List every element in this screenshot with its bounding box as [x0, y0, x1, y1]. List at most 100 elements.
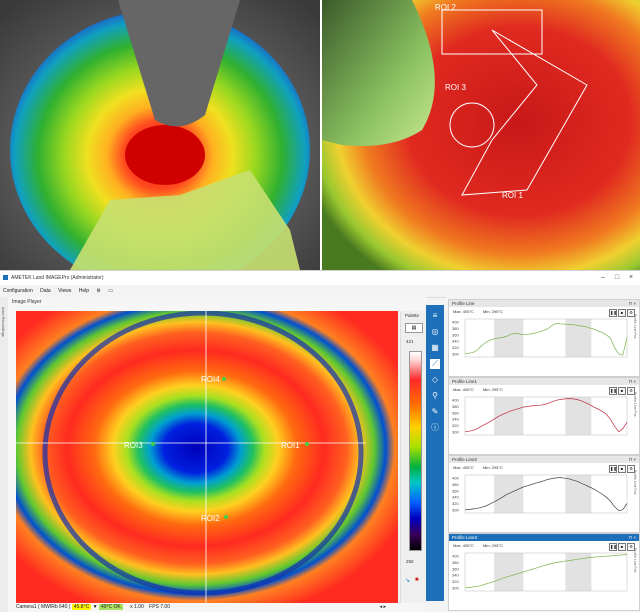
palette-max-value[interactable]: 421: [406, 339, 414, 344]
palette-color-bar: [409, 351, 422, 551]
y-tick-label: 400: [452, 398, 459, 403]
chart-shaded-band: [565, 553, 592, 591]
profile-panels: Profile Line ⊓ × Max: 405°C Min: 295°C ❚❚ ■ ⚙ P…: [446, 297, 640, 612]
target-icon[interactable]: ◎: [430, 327, 440, 337]
stop-button[interactable]: ■: [618, 543, 626, 551]
maximize-button[interactable]: □: [610, 271, 624, 285]
profile-side-label: Profile Line Pos: [633, 392, 637, 417]
palette-color-icon[interactable]: ■: [415, 577, 423, 585]
zoom-readout: x 1.00: [130, 604, 144, 610]
profile-panel: Profile Line2 ⊓ × Max: 405°C Min: 295°C ❚❚ ■ ⚙…: [448, 455, 640, 533]
profile-side-label: Profile Line Pos: [633, 314, 637, 339]
y-tick-label: 360: [452, 332, 459, 337]
temperature-reading: 45.8°C: [71, 604, 92, 610]
profile-max-readout: Max: 405°C: [453, 309, 474, 314]
info-icon[interactable]: ⓘ: [430, 423, 440, 433]
chart-shaded-band: [494, 475, 524, 513]
layers-icon[interactable]: ≡: [430, 311, 440, 321]
profile-panel-header[interactable]: Profile Line ⊓ ×: [449, 300, 639, 307]
y-tick-label: 400: [452, 476, 459, 481]
profile-panel: Profile Line ⊓ × Max: 405°C Min: 295°C ❚❚ ■ ⚙ P…: [448, 299, 640, 377]
roi4-label[interactable]: ROI4: [201, 375, 220, 384]
profile-panel-header[interactable]: Profile Line1 ⊓ ×: [449, 378, 639, 385]
chart-frame: [464, 318, 628, 358]
menu-views[interactable]: Views: [55, 285, 74, 297]
stop-button[interactable]: ■: [618, 387, 626, 395]
roi3-label-photo: ROI 3: [445, 83, 466, 92]
profile-chart[interactable]: 400380360 340320300: [451, 551, 629, 595]
profile-panel-header[interactable]: Profile Line3 ⊓ ×: [449, 534, 639, 541]
pause-button[interactable]: ❚❚: [609, 543, 617, 551]
palette-tool-icon[interactable]: ↘: [405, 577, 413, 585]
panel-pin-close-icon[interactable]: ⊓ ×: [629, 378, 636, 385]
panel-pin-close-icon[interactable]: ⊓ ×: [629, 534, 636, 541]
chart-frame: [464, 474, 628, 514]
chart-shaded-band: [494, 397, 524, 435]
y-tick-label: 340: [452, 495, 459, 500]
chart-frame: [464, 552, 628, 592]
chart-shaded-band: [565, 475, 592, 513]
y-tick-label: 380: [452, 326, 459, 331]
palette-min-value[interactable]: 250: [406, 559, 414, 564]
minimize-button[interactable]: –: [596, 271, 610, 285]
profile-panel-header[interactable]: Profile Line2 ⊓ ×: [449, 456, 639, 463]
pencil-icon[interactable]: ✎: [430, 407, 440, 417]
roi2-label[interactable]: ROI2: [201, 514, 220, 523]
y-tick-label: 320: [452, 501, 459, 506]
palette-settings-icon[interactable]: ▤: [405, 323, 423, 333]
profile-max-readout: Max: 405°C: [453, 465, 474, 470]
close-button[interactable]: ×: [624, 271, 638, 285]
image-player-panel: Image Player ROI4 ROI3 ROI1 ROI2 Palette…: [8, 297, 427, 612]
monitor-icon[interactable]: ▭: [105, 285, 116, 297]
ok-reading: 49°C OK: [98, 604, 123, 610]
roi-tool-icon[interactable]: ◇: [430, 375, 440, 385]
y-tick-label: 340: [452, 339, 459, 344]
profile-panel-title: Profile Line2: [452, 457, 478, 462]
menu-data[interactable]: Data: [37, 285, 54, 297]
pause-button[interactable]: ❚❚: [609, 387, 617, 395]
panel-pin-close-icon[interactable]: ⊓ ×: [629, 300, 636, 307]
profile-side-label: Profile Line Pos: [633, 548, 637, 573]
roi3-label[interactable]: ROI3: [124, 441, 143, 450]
y-tick-label: 300: [452, 351, 459, 356]
y-tick-label: 320: [452, 345, 459, 350]
y-tick-label: 380: [452, 482, 459, 487]
stop-button[interactable]: ■: [618, 309, 626, 317]
y-tick-label: 400: [452, 554, 459, 559]
menu-help[interactable]: Help: [76, 285, 92, 297]
y-tick-label: 340: [452, 573, 459, 578]
menu-configuration[interactable]: Configuration: [0, 285, 36, 297]
grid-icon[interactable]: ▦: [430, 343, 440, 353]
profile-tool-icon[interactable]: ⟋: [430, 359, 440, 369]
image-player-title: Image Player: [12, 299, 42, 305]
settings-icon[interactable]: ⚙: [93, 285, 103, 297]
thermal-photo-left: [0, 0, 320, 270]
stop-button[interactable]: ■: [618, 465, 626, 473]
profile-max-readout: Max: 405°C: [453, 543, 474, 548]
profile-panel: Profile Line3 ⊓ × Max: 405°C Min: 295°C ❚❚ ■ ⚙…: [448, 533, 640, 611]
fps-readout: FPS 7.00: [149, 604, 170, 610]
profile-min-readout: Min: 295°C: [483, 387, 503, 392]
area-recordings-tab[interactable]: Area Recordings: [1, 307, 6, 337]
thermal-image[interactable]: ROI4 ROI3 ROI1 ROI2: [16, 310, 398, 603]
profile-chart[interactable]: 400380360 340320300: [451, 395, 629, 439]
y-tick-label: 320: [452, 579, 459, 584]
alarm-icon: ▼: [92, 604, 98, 610]
profile-side-label: Profile Line Pos: [633, 470, 637, 495]
title-bar: AMETEK Land IMAGEPro (Administrator) – □…: [0, 271, 640, 285]
chart-shaded-band: [565, 397, 592, 435]
search-icon[interactable]: ⚲: [430, 391, 440, 401]
y-tick-label: 360: [452, 488, 459, 493]
profile-chart[interactable]: 400380360 340320300: [451, 317, 629, 361]
pause-button[interactable]: ❚❚: [609, 465, 617, 473]
profile-min-readout: Min: 295°C: [483, 543, 503, 548]
roi1-label[interactable]: ROI1: [281, 441, 300, 450]
pause-button[interactable]: ❚❚: [609, 309, 617, 317]
panel-pin-close-icon[interactable]: ⊓ ×: [629, 456, 636, 463]
profile-min-readout: Min: 295°C: [483, 309, 503, 314]
profile-min-readout: Min: 295°C: [483, 465, 503, 470]
profile-series-line: [464, 323, 628, 356]
profile-chart[interactable]: 400380360 340320300: [451, 473, 629, 517]
roi1-label-photo: ROI 1: [502, 191, 523, 200]
side-toolbar: ≡ ◎ ▦ ⟋ ◇ ⚲ ✎ ⓘ: [426, 305, 444, 601]
